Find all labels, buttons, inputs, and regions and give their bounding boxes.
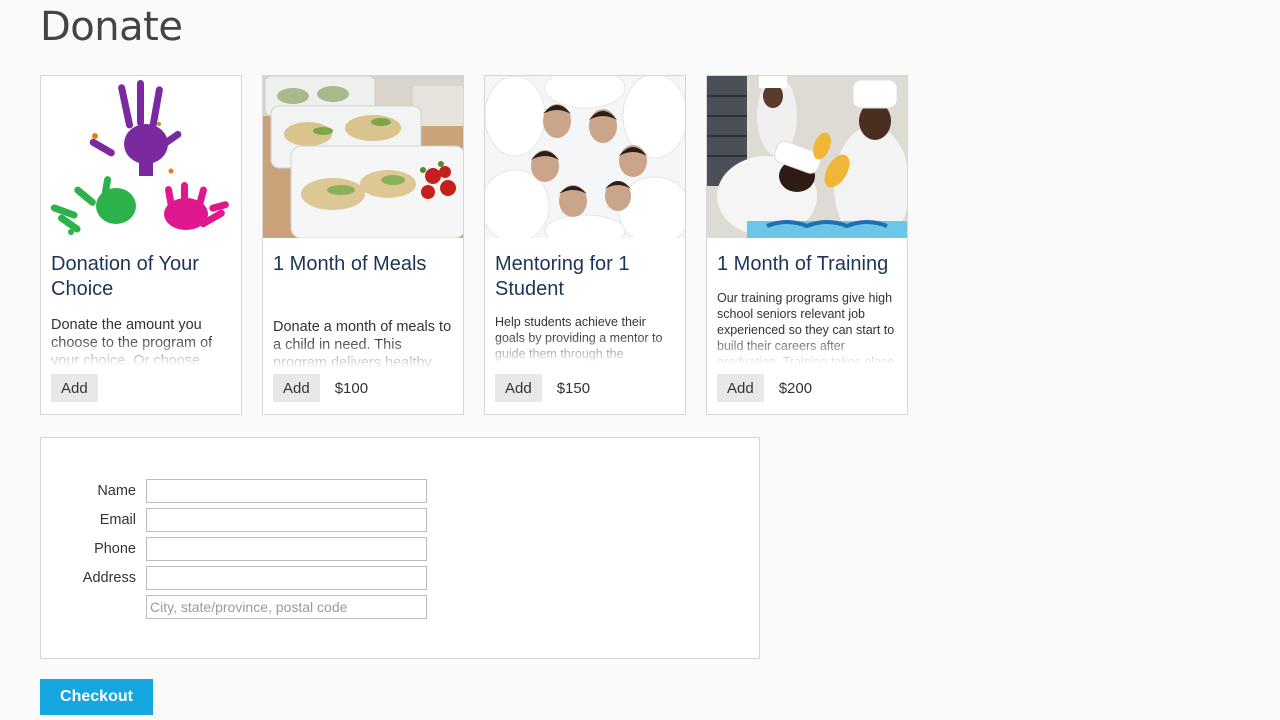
card-description: Help students achieve their goals by pro…	[495, 314, 677, 364]
price: $200	[778, 379, 813, 397]
phone-label: Phone	[94, 540, 136, 557]
email-row: Email	[41, 507, 427, 532]
card-title: Mentoring for 1 Student	[495, 253, 630, 300]
donation-card-choice: Donation of Your Choice Donate the amoun…	[40, 75, 242, 415]
checkout-button[interactable]: Checkout	[40, 679, 153, 715]
card-description: Donate the amount you choose to the prog…	[51, 316, 233, 366]
card-footer: Add	[51, 374, 98, 402]
add-button[interactable]: Add	[717, 374, 764, 402]
address-row: Address	[41, 565, 427, 590]
card-title: 1 Month of Training	[717, 253, 889, 275]
mentoring-image	[485, 76, 685, 238]
add-button[interactable]: Add	[273, 374, 320, 402]
page-title: Donate	[40, 4, 183, 50]
card-footer: Add $200	[717, 374, 812, 402]
donation-card-meals: 1 Month of Meals Donate a month of meals…	[262, 75, 464, 415]
card-footer: Add $150	[495, 374, 590, 402]
address-input[interactable]	[146, 565, 427, 590]
card-description: Donate a month of meals to a child in ne…	[273, 318, 455, 368]
card-footer: Add $100	[273, 374, 368, 402]
price: $150	[556, 379, 591, 397]
donation-card-mentoring: Mentoring for 1 Student Help students ac…	[484, 75, 686, 415]
handprints-image	[41, 76, 241, 238]
email-label: Email	[99, 511, 136, 528]
training-image	[707, 76, 907, 238]
name-row: Name	[41, 478, 427, 503]
name-label: Name	[97, 482, 136, 499]
city-state-postal-input[interactable]	[146, 594, 427, 619]
address-label: Address	[82, 569, 136, 586]
price: $100	[334, 379, 369, 397]
card-title: 1 Month of Meals	[273, 253, 427, 275]
donor-form: Name Email Phone Address	[40, 437, 760, 659]
add-button[interactable]: Add	[495, 374, 542, 402]
donation-card-training: 1 Month of Training Our training program…	[706, 75, 908, 415]
name-input[interactable]	[146, 478, 427, 503]
phone-input[interactable]	[146, 536, 427, 561]
card-title: Donation of Your Choice	[51, 253, 199, 300]
card-description: Our training programs give high school s…	[717, 290, 899, 364]
email-input[interactable]	[146, 507, 427, 532]
add-button[interactable]: Add	[51, 374, 98, 402]
city-row	[41, 594, 427, 619]
phone-row: Phone	[41, 536, 427, 561]
meals-image	[263, 76, 463, 238]
